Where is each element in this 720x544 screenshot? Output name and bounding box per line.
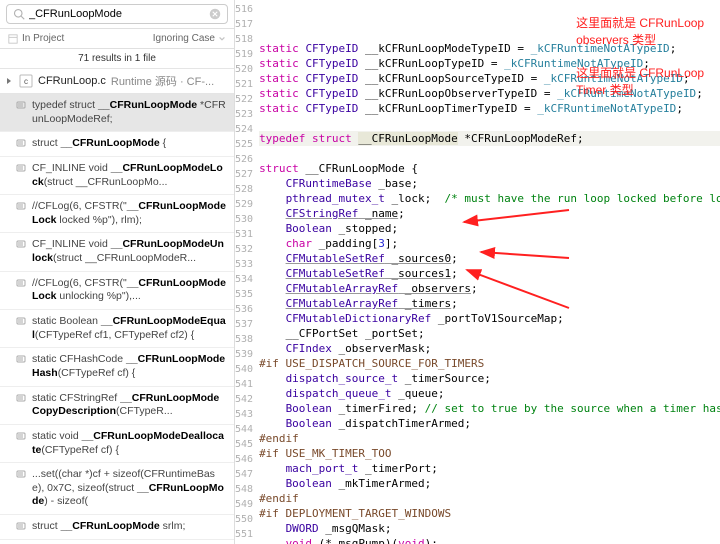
code-line[interactable]: char _padding[3];: [259, 236, 720, 251]
search-result-item[interactable]: static CFHashCode __CFRunLoopModeHash(CF…: [0, 348, 234, 386]
search-result-item[interactable]: static void __CFRunLoopModeDeallocate(CF…: [0, 425, 234, 463]
code-line[interactable]: CFMutableSetRef _sources0;: [259, 251, 720, 266]
code-line[interactable]: typedef struct __CFRunLoopMode *CFRunLoo…: [259, 131, 720, 146]
code-line[interactable]: static CFTypeID __kCFRunLoopTimerTypeID …: [259, 101, 720, 116]
code-line[interactable]: Boolean _mkTimerArmed;: [259, 476, 720, 491]
search-result-item[interactable]: //CFLog(6, CFSTR("__CFRunLoopModeLock un…: [0, 272, 234, 310]
result-icon: [16, 431, 26, 441]
result-text: struct __CFRunLoopMode srlm;: [32, 520, 185, 534]
search-icon: [13, 8, 25, 20]
search-result-item[interactable]: struct __CFRunLoopMode {: [0, 132, 234, 157]
code-line[interactable]: CFMutableArrayRef _timers;: [259, 296, 720, 311]
search-scope-row: In Project Ignoring Case: [0, 29, 234, 49]
search-result-item[interactable]: //CFLog(6, CFSTR("__CFRunLoopModeLock lo…: [0, 195, 234, 233]
result-text: struct __CFRunLoopMode {: [32, 137, 166, 151]
code-line[interactable]: CFMutableDictionaryRef _portToV1SourceMa…: [259, 311, 720, 326]
result-icon: [16, 521, 26, 531]
code-content[interactable]: static CFTypeID __kCFRunLoopModeTypeID =…: [259, 0, 720, 544]
code-line[interactable]: DWORD _msgQMask;: [259, 521, 720, 536]
code-line[interactable]: CFIndex _observerMask;: [259, 341, 720, 356]
code-line[interactable]: #if USE_DISPATCH_SOURCE_FOR_TIMERS: [259, 356, 720, 371]
code-line[interactable]: [259, 146, 720, 161]
code-line[interactable]: [259, 116, 720, 131]
result-icon: [16, 316, 26, 326]
result-text: static void __CFRunLoopModeDeallocate(CF…: [32, 430, 226, 457]
results-count: 71 results in 1 file: [0, 49, 234, 69]
search-input[interactable]: [29, 8, 209, 20]
result-text: CF_INLINE void __CFRunLoopModeLock(struc…: [32, 162, 226, 189]
search-result-item[interactable]: typedef struct __CFRunLoopMode *CFRunLoo…: [0, 94, 234, 132]
search-result-item[interactable]: ...set((char *)cf + sizeof(CFRuntimeBase…: [0, 463, 234, 515]
code-line[interactable]: static CFTypeID __kCFRunLoopModeTypeID =…: [259, 41, 720, 56]
clear-search-icon[interactable]: [209, 8, 221, 20]
code-line[interactable]: CFMutableSetRef _sources1;: [259, 266, 720, 281]
code-line[interactable]: Boolean _dispatchTimerArmed;: [259, 416, 720, 431]
result-icon: [16, 469, 26, 479]
result-icon: [16, 354, 26, 364]
code-line[interactable]: #if USE_MK_TIMER_TOO: [259, 446, 720, 461]
result-text: //CFLog(6, CFSTR("__CFRunLoopModeLock un…: [32, 277, 226, 304]
code-line[interactable]: #endif: [259, 491, 720, 506]
result-text: static CFStringRef __CFRunLoopModeCopyDe…: [32, 392, 226, 419]
search-result-item[interactable]: CF_INLINE void __CFRunLoopModeLock(struc…: [0, 157, 234, 195]
result-icon: [16, 201, 26, 211]
search-result-item[interactable]: __CFRunLoopModeLock(rlm);: [0, 540, 234, 544]
search-bar-row: [0, 0, 234, 29]
file-header[interactable]: c CFRunLoop.c Runtime 源码 · CF-...: [0, 69, 234, 94]
scope-selector[interactable]: In Project: [8, 33, 64, 44]
case-selector[interactable]: Ignoring Case: [153, 33, 226, 44]
result-text: static CFHashCode __CFRunLoopModeHash(CF…: [32, 353, 226, 380]
search-input-wrap[interactable]: [6, 4, 228, 24]
result-icon: [16, 163, 26, 173]
code-line[interactable]: dispatch_queue_t _queue;: [259, 386, 720, 401]
result-text: ...set((char *)cf + sizeof(CFRuntimeBase…: [32, 468, 226, 509]
code-line[interactable]: CFRuntimeBase _base;: [259, 176, 720, 191]
code-line[interactable]: pthread_mutex_t _lock; /* must have the …: [259, 191, 720, 206]
scope-icon: [8, 34, 18, 44]
code-line[interactable]: mach_port_t _timerPort;: [259, 461, 720, 476]
code-line[interactable]: dispatch_source_t _timerSource;: [259, 371, 720, 386]
result-text: CF_INLINE void __CFRunLoopModeUnlock(str…: [32, 238, 226, 265]
code-line[interactable]: static CFTypeID __kCFRunLoopTypeID = _kC…: [259, 56, 720, 71]
code-editor[interactable]: 5165175185195205215225235245255265275285…: [235, 0, 720, 544]
case-label: Ignoring Case: [153, 33, 215, 44]
result-icon: [16, 393, 26, 403]
code-line[interactable]: static CFTypeID __kCFRunLoopSourceTypeID…: [259, 71, 720, 86]
disclosure-triangle-icon[interactable]: [6, 77, 14, 85]
chevron-down-icon: [218, 35, 226, 43]
result-icon: [16, 278, 26, 288]
file-name: CFRunLoop.c: [38, 75, 106, 87]
code-line[interactable]: Boolean _stopped;: [259, 221, 720, 236]
search-result-item[interactable]: struct __CFRunLoopMode srlm;: [0, 515, 234, 540]
code-line[interactable]: Boolean _timerFired; // set to true by t…: [259, 401, 720, 416]
code-line[interactable]: #endif: [259, 431, 720, 446]
code-line[interactable]: CFMutableArrayRef _observers;: [259, 281, 720, 296]
results-list[interactable]: typedef struct __CFRunLoopMode *CFRunLoo…: [0, 94, 234, 544]
search-sidebar: In Project Ignoring Case 71 results in 1…: [0, 0, 235, 544]
c-file-icon: c: [19, 74, 33, 88]
code-line[interactable]: void (*_msgPump)(void);: [259, 536, 720, 544]
search-result-item[interactable]: CF_INLINE void __CFRunLoopModeUnlock(str…: [0, 233, 234, 271]
result-icon: [16, 100, 26, 110]
code-line[interactable]: CFStringRef _name;: [259, 206, 720, 221]
result-text: typedef struct __CFRunLoopMode *CFRunLoo…: [32, 99, 226, 126]
code-line[interactable]: __CFPortSet _portSet;: [259, 326, 720, 341]
file-path: Runtime 源码 · CF-...: [111, 73, 214, 89]
line-gutter: 5165175185195205215225235245255265275285…: [235, 0, 259, 544]
code-line[interactable]: #if DEPLOYMENT_TARGET_WINDOWS: [259, 506, 720, 521]
search-result-item[interactable]: static Boolean __CFRunLoopModeEqual(CFTy…: [0, 310, 234, 348]
scope-label: In Project: [22, 33, 64, 44]
code-line[interactable]: static CFTypeID __kCFRunLoopObserverType…: [259, 86, 720, 101]
result-text: static Boolean __CFRunLoopModeEqual(CFTy…: [32, 315, 226, 342]
result-text: //CFLog(6, CFSTR("__CFRunLoopModeLock lo…: [32, 200, 226, 227]
search-result-item[interactable]: static CFStringRef __CFRunLoopModeCopyDe…: [0, 387, 234, 425]
result-icon: [16, 138, 26, 148]
code-line[interactable]: struct __CFRunLoopMode {: [259, 161, 720, 176]
result-icon: [16, 239, 26, 249]
svg-text:c: c: [24, 77, 28, 86]
